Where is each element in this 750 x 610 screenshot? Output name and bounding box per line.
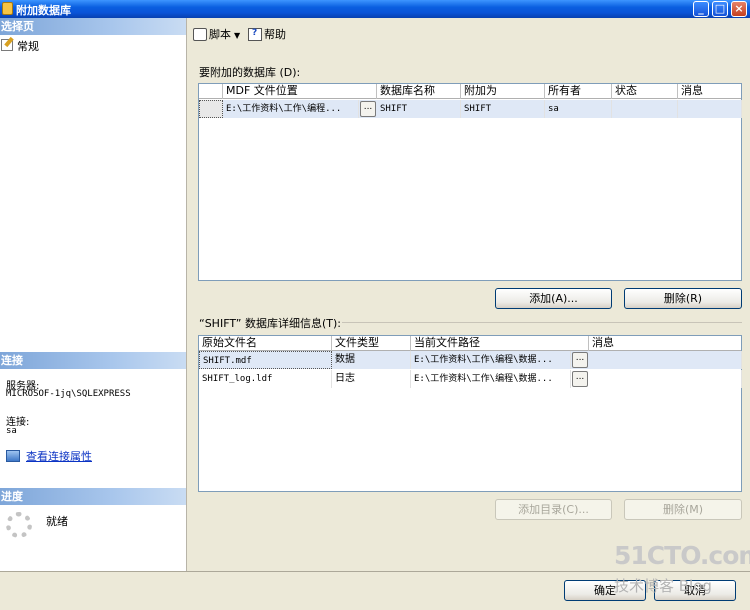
- maximize-button[interactable]: □: [712, 1, 728, 17]
- column-header[interactable]: MDF 文件位置: [223, 84, 377, 99]
- chevron-down-icon[interactable]: ▼: [234, 31, 240, 40]
- status-cell: [612, 100, 678, 118]
- script-button[interactable]: 脚本 ▼: [193, 26, 240, 42]
- connection-properties-icon: [6, 450, 20, 462]
- title-bar: 附加数据库 _ □ ×: [0, 0, 750, 18]
- progress-header: 进度: [0, 488, 186, 505]
- file-type-cell: 数据: [332, 351, 411, 369]
- original-file-cell[interactable]: SHIFT_log.ldf: [199, 370, 332, 388]
- file-path-cell[interactable]: E:\工作资料\工作\编程\数据...: [411, 351, 571, 369]
- db-name-cell[interactable]: SHIFT: [377, 100, 461, 118]
- progress-spinner-icon: [6, 512, 32, 538]
- browse-mdf-button[interactable]: ...: [360, 101, 376, 117]
- message-cell: [589, 351, 742, 369]
- view-connection-properties-link[interactable]: 查看连接属性: [6, 448, 92, 464]
- row-selector[interactable]: [199, 100, 223, 118]
- file-type-cell: 日志: [332, 370, 411, 388]
- minimize-button[interactable]: _: [693, 1, 709, 17]
- help-label: 帮助: [264, 28, 286, 41]
- script-icon: [193, 28, 207, 41]
- window-title: 附加数据库: [16, 4, 71, 17]
- select-page-header: 选择页: [0, 18, 186, 35]
- watermark-logo: 51CTO.com: [614, 541, 750, 570]
- help-icon: [248, 28, 262, 41]
- owner-cell[interactable]: sa: [545, 100, 612, 118]
- table-row[interactable]: E:\工作资料\工作\编程... ... SHIFT SHIFT sa: [199, 100, 742, 118]
- mdf-location-cell[interactable]: E:\工作资料\工作\编程...: [223, 100, 359, 118]
- database-icon: [2, 2, 13, 15]
- table-row[interactable]: SHIFT.mdf 数据 E:\工作资料\工作\编程\数据... ...: [199, 351, 742, 369]
- page-icon: [1, 39, 13, 51]
- column-header[interactable]: 消息: [589, 336, 742, 351]
- browse-path-button[interactable]: ...: [572, 352, 588, 368]
- close-button[interactable]: ×: [731, 1, 747, 17]
- column-header[interactable]: 当前文件路径: [411, 336, 589, 351]
- corner-header: [199, 84, 223, 99]
- nav-item-label: 常规: [17, 40, 39, 53]
- database-details-label: “SHIFT” 数据库详细信息(T):: [199, 317, 342, 330]
- grid-header: 原始文件名 文件类型 当前文件路径 消息: [199, 336, 741, 351]
- progress-status: 就绪: [46, 515, 68, 528]
- column-header[interactable]: 消息: [678, 84, 742, 99]
- grid-header: MDF 文件位置 数据库名称 附加为 所有者 状态 消息: [199, 84, 741, 99]
- add-catalog-button[interactable]: 添加目录(C)...: [495, 499, 612, 520]
- group-divider: [342, 322, 742, 323]
- column-header[interactable]: 文件类型: [332, 336, 411, 351]
- add-database-button[interactable]: 添加(A)...: [495, 288, 612, 309]
- left-pane: 选择页 常规 连接 服务器: MICROSOF-1jq\SQLEXPRESS 连…: [0, 18, 187, 571]
- table-row[interactable]: SHIFT_log.ldf 日志 E:\工作资料\工作\编程\数据... ...: [199, 370, 742, 388]
- watermark-subtitle: 技术博客 Blog: [614, 577, 712, 595]
- server-value: MICROSOF-1jq\SQLEXPRESS: [6, 389, 131, 399]
- help-button[interactable]: 帮助: [248, 26, 286, 42]
- file-path-cell[interactable]: E:\工作资料\工作\编程\数据...: [411, 370, 571, 388]
- script-label: 脚本: [209, 28, 231, 41]
- column-header[interactable]: 原始文件名: [199, 336, 332, 351]
- footer-divider: [0, 571, 750, 572]
- column-header[interactable]: 所有者: [545, 84, 612, 99]
- attach-as-cell[interactable]: SHIFT: [461, 100, 545, 118]
- message-cell: [589, 370, 742, 388]
- attach-databases-label: 要附加的数据库 (D):: [199, 66, 301, 79]
- column-header[interactable]: 附加为: [461, 84, 545, 99]
- original-file-cell[interactable]: SHIFT.mdf: [199, 351, 332, 369]
- remove-file-button[interactable]: 删除(M): [624, 499, 742, 520]
- connection-value: sa: [6, 426, 17, 436]
- remove-database-button[interactable]: 删除(R): [624, 288, 742, 309]
- connection-header: 连接: [0, 352, 186, 369]
- attach-databases-grid[interactable]: MDF 文件位置 数据库名称 附加为 所有者 状态 消息 E:\工作资料\工作\…: [198, 83, 742, 281]
- column-header[interactable]: 状态: [612, 84, 678, 99]
- browse-path-button[interactable]: ...: [572, 371, 588, 387]
- message-cell: [678, 100, 742, 118]
- database-details-grid[interactable]: 原始文件名 文件类型 当前文件路径 消息 SHIFT.mdf 数据 E:\工作资…: [198, 335, 742, 492]
- view-connection-properties-text[interactable]: 查看连接属性: [26, 450, 92, 463]
- column-header[interactable]: 数据库名称: [377, 84, 461, 99]
